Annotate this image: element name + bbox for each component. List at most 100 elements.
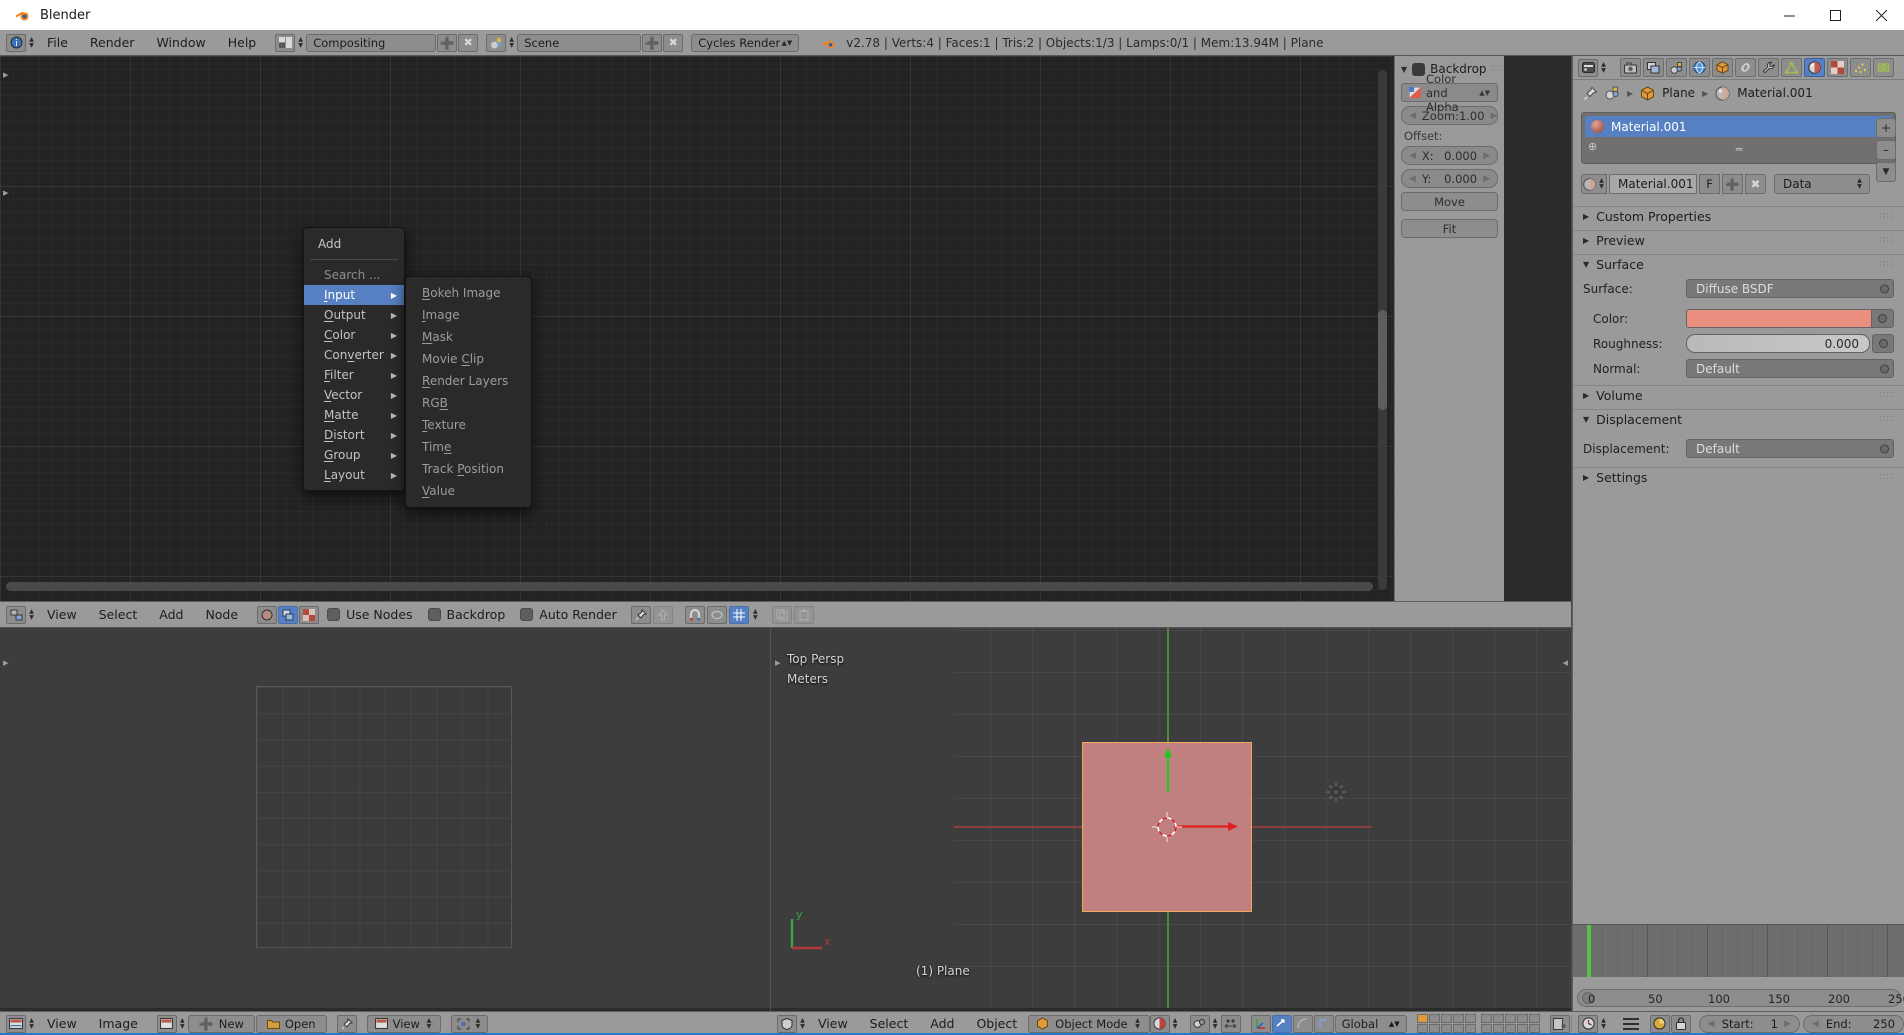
- maximize-button[interactable]: [1812, 0, 1858, 30]
- auto-render-checkbox[interactable]: Auto Render: [520, 607, 617, 622]
- layer-cell[interactable]: [1480, 1014, 1492, 1023]
- area-divider-vertical[interactable]: [770, 628, 771, 1011]
- material-data-dropdown[interactable]: Data ▲ ▼: [1774, 174, 1870, 194]
- minimize-button[interactable]: [1766, 0, 1812, 30]
- submenu-item-rgb[interactable]: RGB: [406, 392, 531, 414]
- add-node-menu[interactable]: Add Search ... Input ▶ Output ▶ Color ▶ Conver…: [303, 227, 405, 491]
- node-horizontal-scrollbar[interactable]: [6, 582, 1373, 591]
- uv-toolshelf-expand-icon[interactable]: ▸: [3, 656, 9, 669]
- translate-manip-icon[interactable]: [1250, 1014, 1271, 1033]
- material-browse-icon[interactable]: ▲ ▼: [1581, 174, 1607, 194]
- snap-magnet-icon[interactable]: [684, 605, 705, 624]
- submenu-item-value[interactable]: Value: [406, 480, 531, 502]
- submenu-item-bokeh-image[interactable]: Bokeh Image: [406, 282, 531, 304]
- layer-cell[interactable]: [1516, 1014, 1528, 1023]
- submenu-item-texture[interactable]: Texture: [406, 414, 531, 436]
- panel-settings[interactable]: ▶ Settings ∷∷: [1573, 467, 1904, 487]
- increment-arrow-icon[interactable]: ▶: [1477, 151, 1490, 161]
- image-browse-spinner[interactable]: ▲ ▼: [178, 1015, 187, 1033]
- slot-menu-button[interactable]: ▼: [1876, 162, 1896, 182]
- decrement-arrow-icon[interactable]: ◀: [1409, 174, 1416, 184]
- add-menu-item-input[interactable]: Input ▶: [304, 285, 404, 305]
- submenu-item-time[interactable]: Time: [406, 436, 531, 458]
- submenu-item-movie-clip[interactable]: Movie Clip: [406, 348, 531, 370]
- fake-user-button[interactable]: F: [1699, 174, 1720, 194]
- add-menu-item-vector[interactable]: Vector ▶: [304, 385, 404, 405]
- particles-tab[interactable]: [1850, 58, 1871, 77]
- properties-editor-icon[interactable]: [1578, 58, 1598, 77]
- panel-volume[interactable]: ▶ Volume ∷∷: [1573, 385, 1904, 405]
- timeline-editor-type-spinner[interactable]: ▲ ▼: [1599, 1015, 1608, 1033]
- open-image-button[interactable]: Open: [255, 1014, 327, 1033]
- view3d-editor-type-spinner[interactable]: ▲ ▼: [798, 1015, 807, 1033]
- proportional-off-icon[interactable]: [706, 605, 727, 624]
- lock-object-modes-icon[interactable]: [1549, 1014, 1570, 1033]
- interaction-mode-dropdown[interactable]: Object Mode ▲ ▼: [1028, 1014, 1150, 1033]
- new-material-button[interactable]: ➕: [1722, 174, 1743, 194]
- shading-spinner[interactable]: ▲ ▼: [1171, 1015, 1180, 1033]
- view3d-menu-view[interactable]: View: [807, 1016, 859, 1031]
- decrement-arrow-icon[interactable]: ◀: [1708, 1019, 1715, 1029]
- image-editor-type-spinner[interactable]: ▲ ▼: [27, 1015, 36, 1033]
- menu-help[interactable]: Help: [217, 35, 268, 50]
- menu-window[interactable]: Window: [145, 35, 216, 50]
- use-nodes-checkbox[interactable]: Use Nodes: [327, 607, 413, 622]
- backdrop-move-button[interactable]: Move: [1401, 192, 1498, 211]
- lock-icon[interactable]: [1670, 1014, 1691, 1033]
- frame-start-field[interactable]: ◀ Start: 1 ▶: [1698, 1014, 1800, 1033]
- increment-arrow-icon[interactable]: ▶: [1485, 111, 1498, 121]
- view3d-menu-add[interactable]: Add: [919, 1016, 965, 1031]
- add-menu-item-color[interactable]: Color ▶: [304, 325, 404, 345]
- add-menu-item-converter[interactable]: Converter ▶: [304, 345, 404, 365]
- timeline-ruler[interactable]: 0 50 100 150 200 250: [1577, 989, 1904, 1007]
- grip-dots[interactable]: ∷∷: [1879, 414, 1894, 425]
- add-menu-item-matte[interactable]: Matte ▶: [304, 405, 404, 425]
- grip-dots[interactable]: ∷∷: [1879, 235, 1894, 246]
- pivot-spinner[interactable]: ▲ ▼: [1211, 1015, 1220, 1033]
- backdrop-channel-select[interactable]: Color and Alpha ▲▼: [1401, 72, 1498, 114]
- input-submenu[interactable]: Bokeh Image Image Mask Movie Clip Render Lay…: [405, 276, 532, 508]
- pin-icon[interactable]: [336, 1014, 357, 1033]
- layer-cell[interactable]: [1492, 1024, 1504, 1033]
- grip-dots[interactable]: ∷∷: [1879, 390, 1894, 401]
- layer-cell[interactable]: [1440, 1014, 1452, 1023]
- scene-icon[interactable]: [486, 33, 507, 52]
- node-toolshelf-expand-icon[interactable]: ▸: [3, 68, 9, 81]
- node-menu-node[interactable]: Node: [194, 607, 249, 622]
- compositor-tree-icon[interactable]: [278, 605, 299, 624]
- backdrop-checkbox[interactable]: Backdrop: [427, 607, 505, 622]
- displacement-dropdown[interactable]: Default: [1686, 439, 1894, 458]
- timeline-editor[interactable]: 0 50 100 150 200 250: [1572, 925, 1904, 1011]
- layer-cell[interactable]: [1452, 1024, 1464, 1033]
- render-tab[interactable]: [1620, 58, 1641, 77]
- grip-dots[interactable]: ∷∷: [1492, 64, 1505, 74]
- viewport-toolshelf-expand-icon[interactable]: ▸: [775, 656, 781, 669]
- panel-preview[interactable]: ▶ Preview ∷∷: [1573, 230, 1904, 250]
- snap-element-icon[interactable]: [728, 605, 749, 624]
- close-button[interactable]: [1858, 0, 1904, 30]
- info-editor-icon[interactable]: i: [6, 33, 26, 52]
- add-slot-button[interactable]: +: [1876, 118, 1896, 138]
- solid-shading-icon[interactable]: [1149, 1014, 1170, 1033]
- add-slot-inline-icon[interactable]: ⊕: [1588, 140, 1597, 153]
- view3d-menu-object[interactable]: Object: [965, 1016, 1028, 1031]
- screen-layout-spinner[interactable]: ▲ ▼: [296, 34, 305, 52]
- layer-cell[interactable]: [1416, 1024, 1428, 1033]
- scene-add-button[interactable]: ➕: [642, 33, 663, 52]
- screen-layout-value[interactable]: Compositing: [306, 33, 437, 52]
- add-menu-item-distort[interactable]: Distort ▶: [304, 425, 404, 445]
- timeline-track[interactable]: [1573, 925, 1904, 977]
- material-name-input[interactable]: Material.001: [1609, 174, 1697, 194]
- node-editor-icon[interactable]: [6, 605, 26, 624]
- add-menu-item-layout[interactable]: Layout ▶: [304, 465, 404, 485]
- remove-slot-button[interactable]: –: [1876, 140, 1896, 160]
- layer-cell[interactable]: [1492, 1014, 1504, 1023]
- image-menu-view[interactable]: View: [36, 1016, 88, 1031]
- screen-add-button[interactable]: ➕: [437, 33, 458, 52]
- screen-layout-selector[interactable]: ▲ ▼ Compositing ➕ ✖: [275, 33, 479, 52]
- socket-dot-icon[interactable]: [1880, 284, 1889, 293]
- screen-delete-button[interactable]: ✖: [458, 33, 479, 52]
- image-editor-icon[interactable]: [6, 1014, 26, 1033]
- layer-cell[interactable]: [1416, 1014, 1428, 1023]
- view3d-editor-icon[interactable]: [777, 1014, 797, 1033]
